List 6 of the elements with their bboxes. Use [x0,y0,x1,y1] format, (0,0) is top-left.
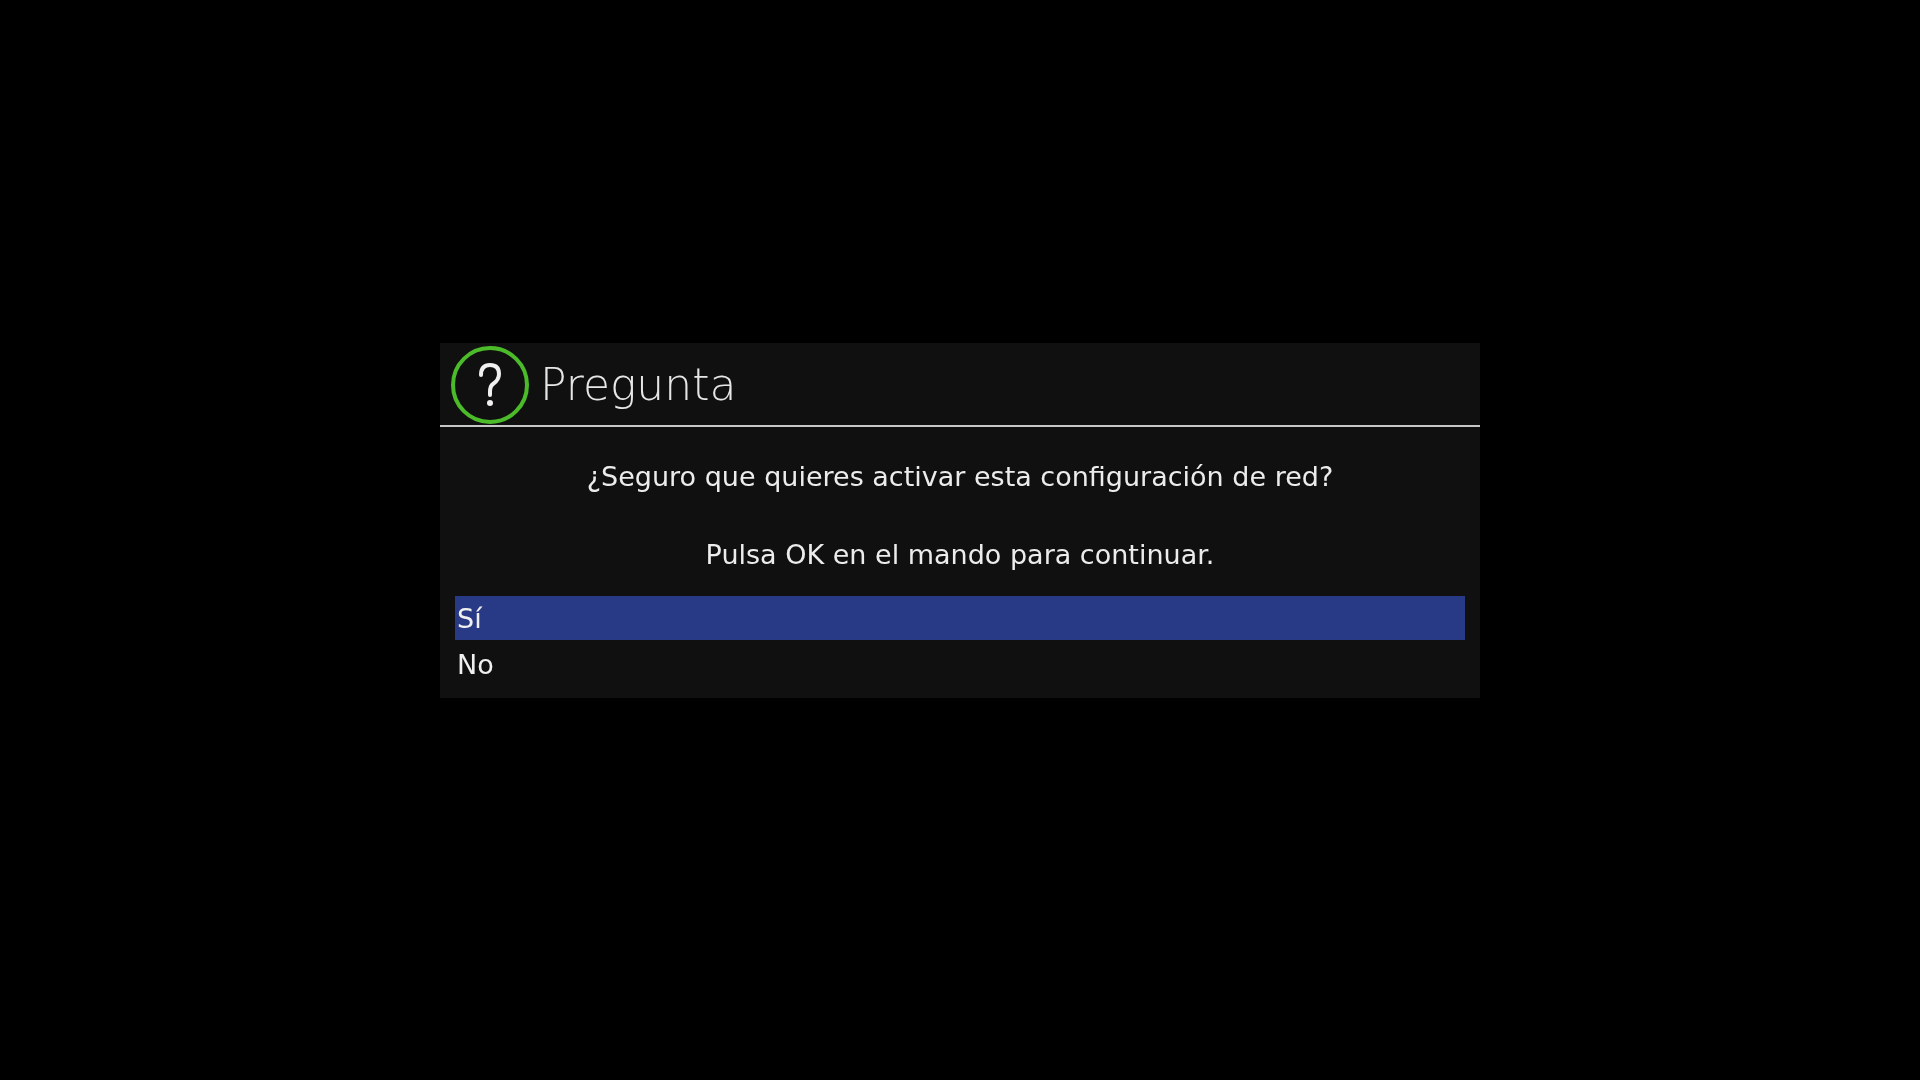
option-item[interactable]: No [455,642,1465,686]
message-text: Pulsa OK en el mando para continuar. [705,539,1215,570]
question-icon [450,344,530,425]
message-text: ¿Seguro que quieres activar esta configuración de red? [586,461,1334,492]
option-item[interactable]: Sí [455,596,1465,640]
dialog-title: Pregunta [540,359,737,410]
